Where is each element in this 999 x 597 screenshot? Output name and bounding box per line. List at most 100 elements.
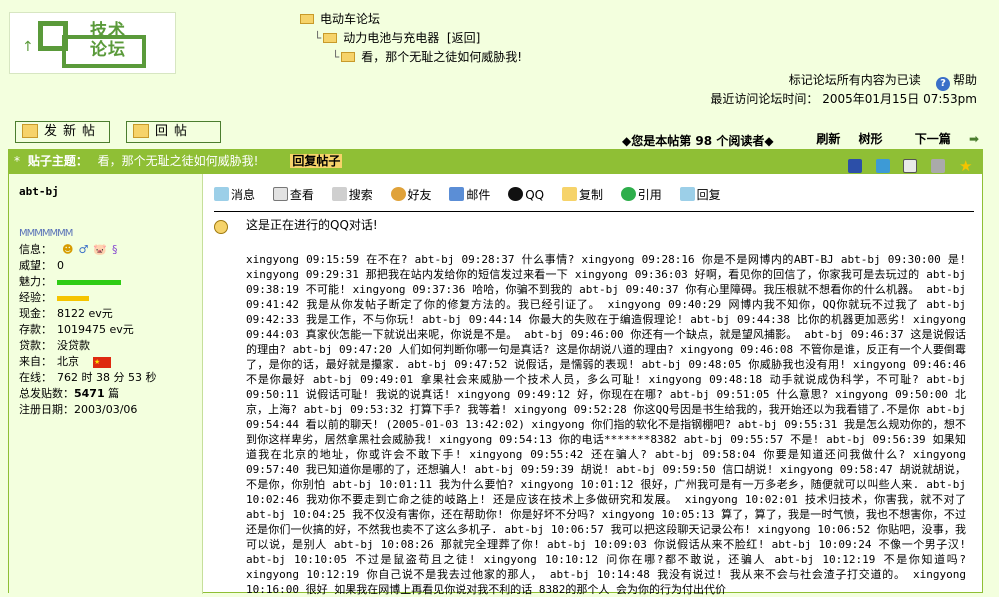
cash-value: 8122 ev元	[57, 307, 113, 320]
view-icon	[272, 187, 288, 201]
search-action[interactable]: 搜索	[331, 187, 373, 202]
view-action[interactable]: 查看	[272, 187, 314, 202]
post-action-bar: 消息 查看 搜索 好友 邮件 QQ 复制 引用 回复	[214, 184, 974, 212]
loan-row: 贷款： 没贷款	[19, 338, 202, 354]
next-thread-link[interactable]: 下一篇 ➡	[901, 132, 979, 146]
folder-icon	[323, 33, 338, 43]
favorite-star-icon[interactable]: ★	[959, 158, 973, 173]
breadcrumb-subforum-label[interactable]: 动力电池与充电器	[343, 31, 439, 45]
back-link[interactable]: [返回]	[447, 31, 480, 45]
action-label: QQ	[525, 188, 545, 202]
prestige-label: 威望：	[19, 259, 52, 272]
reader-prefix: ◆您是本帖第	[622, 134, 692, 148]
search-icon	[331, 187, 347, 201]
posts-label: 总发贴数：	[19, 387, 74, 400]
smiley-icon: ☻	[62, 243, 74, 256]
author-badges: MMMMMMM	[19, 228, 73, 239]
mark-read-link[interactable]: 标记论坛所有内容为已读	[789, 73, 921, 87]
info-label: 信息：	[19, 243, 52, 256]
charm-row: 魅力：	[19, 274, 202, 290]
experience-row: 经验：	[19, 290, 202, 306]
from-row: 来自： 北京 ★	[19, 354, 202, 370]
quote-icon	[620, 187, 636, 201]
level-icon: §	[112, 243, 118, 256]
online-row: 在线： 762 时 38 分 53 秒	[19, 370, 202, 386]
folder-open-icon	[341, 52, 356, 62]
cash-label: 现金：	[19, 307, 52, 320]
reply-button[interactable]: 回帖	[126, 121, 221, 143]
star-icon: *	[14, 154, 20, 168]
online-value: 762 时 38 分 53 秒	[57, 371, 157, 384]
logo-text-2: 论坛	[90, 40, 126, 60]
tool-icon[interactable]	[875, 158, 890, 173]
forum-logo[interactable]: ↑ 技术 论坛	[9, 12, 176, 74]
subject-label: 贴子主题：	[27, 154, 88, 168]
email-action[interactable]: 邮件	[449, 187, 491, 202]
deposit-value: 1019475 ev元	[57, 323, 134, 336]
message-icon	[214, 187, 229, 201]
breadcrumb-thread-label: 看，那个无耻之徒如何威胁我!	[361, 50, 523, 64]
help-icon[interactable]: ?	[935, 77, 950, 91]
friend-action[interactable]: 好友	[390, 187, 432, 202]
action-label: 消息	[231, 188, 256, 202]
book-icon[interactable]	[903, 158, 918, 173]
qq-penguin-icon	[508, 187, 524, 201]
reader-number: 98	[695, 134, 713, 148]
email-icon	[449, 187, 465, 201]
reply-action-icon	[679, 187, 695, 201]
regdate-value: 2003/03/06	[74, 403, 138, 416]
help-link[interactable]: 帮助	[953, 73, 977, 87]
arrow-right-icon: ➡	[968, 132, 979, 146]
next-thread-label: 下一篇	[914, 132, 951, 146]
author-name[interactable]: abt-bj	[19, 184, 202, 200]
reply-topic-link[interactable]: 回复帖子	[290, 154, 343, 168]
tree-view-link[interactable]: 树形	[859, 132, 883, 146]
breadcrumb-thread: └ 看，那个无耻之徒如何威胁我!	[300, 48, 522, 67]
breadcrumb-forum[interactable]: 电动车论坛	[300, 10, 522, 29]
loan-label: 贷款：	[19, 339, 52, 352]
header-info: 标记论坛所有内容为已读 ? 帮助 最近访问论坛时间： 2005年01月15日 07…	[710, 72, 977, 108]
post-container: abt-bj MMMMMMM 信息： ☻ ♂ 🐷 § 威望： 0 魅力： 经验： 现金： 8…	[8, 173, 983, 596]
tree-line: └	[314, 31, 322, 45]
experience-bar	[57, 295, 89, 301]
info-row: 信息： ☻ ♂ 🐷 §	[19, 242, 202, 258]
smiley-face-icon	[214, 220, 228, 234]
reply-icon	[133, 124, 149, 138]
copy-action[interactable]: 复制	[561, 187, 603, 202]
logo-arrow-icon: ↑	[22, 39, 34, 55]
action-label: 邮件	[466, 188, 491, 202]
action-label: 好友	[407, 188, 432, 202]
new-post-button[interactable]: 发新帖	[15, 121, 110, 143]
breadcrumb-subforum: └ 动力电池与充电器 [返回]	[300, 29, 522, 48]
thread-nav: 刷新 树形 下一篇 ➡	[802, 130, 979, 147]
print-icon[interactable]	[931, 158, 946, 173]
prestige-value: 0	[57, 259, 64, 272]
copy-icon	[561, 187, 577, 201]
prestige-row: 威望： 0	[19, 258, 202, 274]
online-label: 在线：	[19, 371, 52, 384]
action-label: 搜索	[348, 188, 373, 202]
reply-action[interactable]: 回复	[679, 187, 721, 202]
qq-action[interactable]: QQ	[508, 187, 545, 202]
deposit-row: 存款： 1019475 ev元	[19, 322, 202, 338]
post-lead: 这是正在进行的QQ对话!	[246, 218, 378, 232]
reader-count: ◆您是本帖第 98 个阅读者◆	[622, 132, 774, 149]
from-value: 北京	[57, 355, 79, 368]
action-label: 引用	[637, 188, 662, 202]
new-post-icon	[22, 124, 38, 138]
reader-suffix: 个阅读者◆	[716, 134, 774, 148]
reply-label: 回帖	[155, 124, 194, 139]
cash-row: 现金： 8122 ev元	[19, 306, 202, 322]
user-panel: abt-bj MMMMMMM 信息： ☻ ♂ 🐷 § 威望： 0 魅力： 经验： 现金： 8…	[9, 174, 203, 594]
refresh-link[interactable]: 刷新	[816, 132, 840, 146]
quote-action[interactable]: 引用	[620, 187, 662, 202]
from-label: 来自：	[19, 355, 52, 368]
breadcrumb: 电动车论坛 └ 动力电池与充电器 [返回] └ 看，那个无耻之徒如何威胁我!	[300, 10, 522, 67]
subject-topic: 看，那个无耻之徒如何威胁我!	[97, 154, 259, 168]
save-icon[interactable]	[847, 158, 862, 173]
gender-icon: ♂	[78, 243, 89, 256]
last-visit-text: 最近访问论坛时间： 2005年01月15日 07:53pm	[710, 92, 977, 106]
message-action[interactable]: 消息	[214, 187, 256, 202]
action-label: 查看	[289, 188, 314, 202]
breadcrumb-forum-label[interactable]: 电动车论坛	[320, 12, 380, 26]
